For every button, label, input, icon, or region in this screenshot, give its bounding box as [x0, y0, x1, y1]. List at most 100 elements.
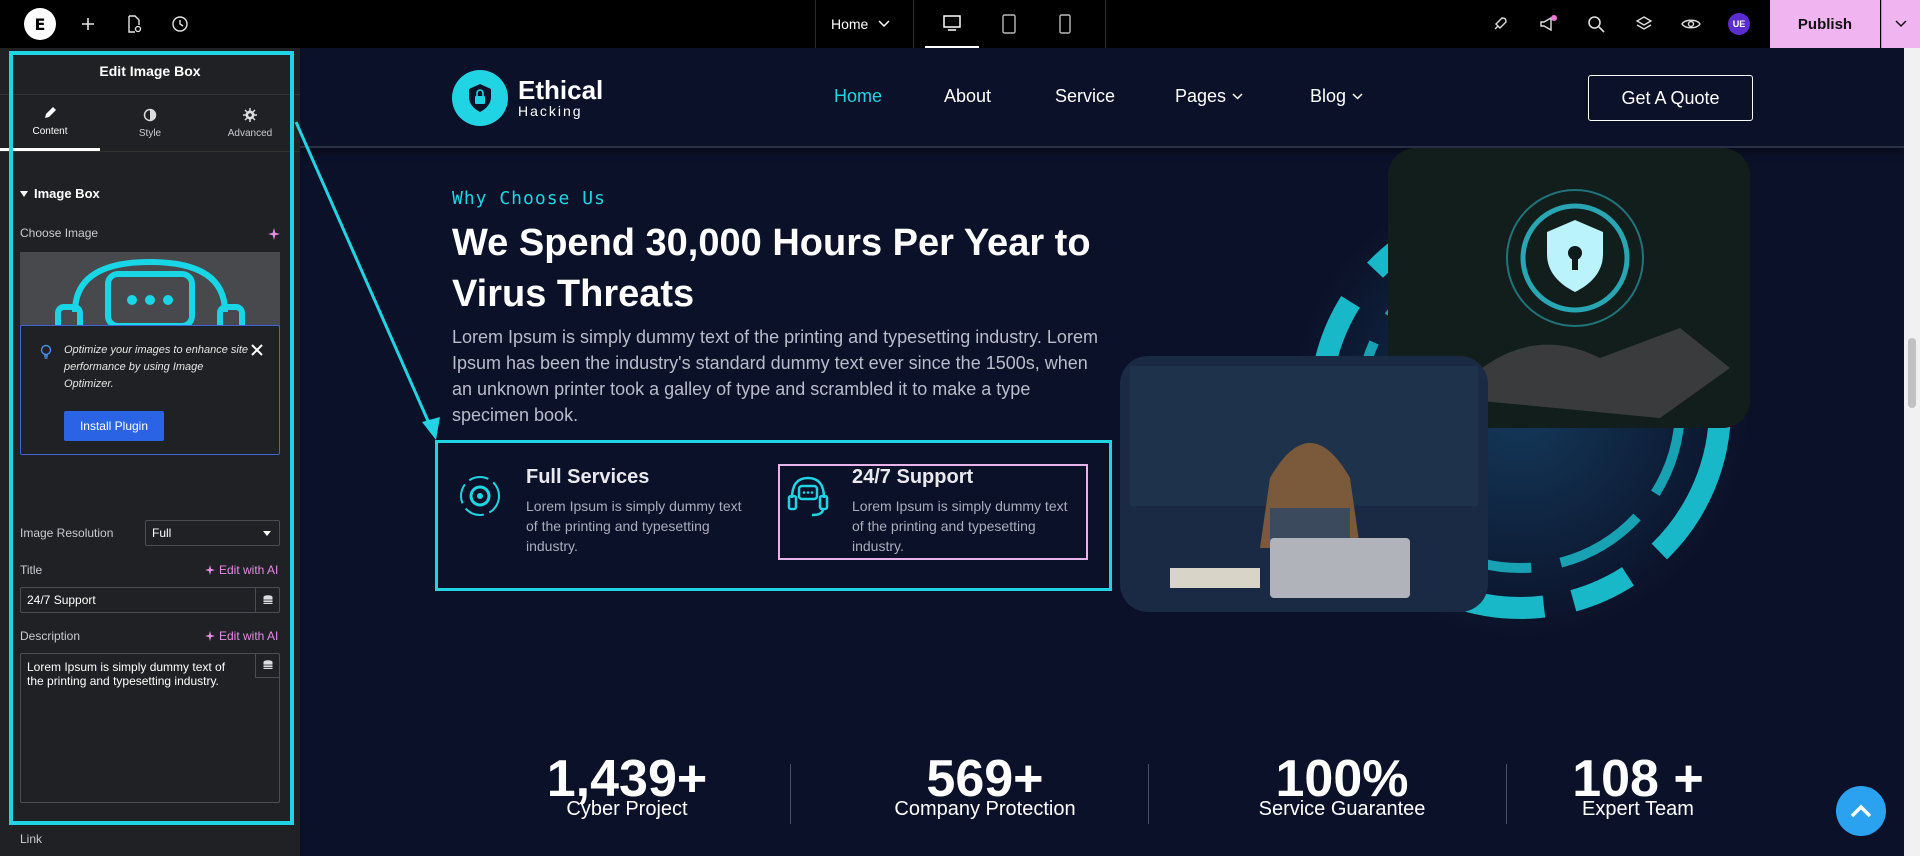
ai-sparkle-icon	[205, 631, 215, 641]
shield-lock-icon	[452, 70, 508, 126]
site-logo[interactable]: Ethical Hacking	[452, 70, 603, 126]
notifications-button[interactable]	[1534, 0, 1562, 48]
section-eyebrow: Why Choose Us	[452, 188, 606, 209]
site-settings-button[interactable]	[1486, 0, 1514, 48]
title-label: Title	[20, 563, 43, 577]
section-body: Lorem Ipsum is simply dummy text of the …	[452, 327, 1098, 425]
nav-label: Home	[834, 86, 883, 106]
scrollbar-thumb[interactable]	[1908, 338, 1916, 408]
title-edit-ai-link[interactable]: Edit with AI	[205, 563, 278, 577]
dynamic-tags-button[interactable]	[255, 588, 279, 612]
chevron-down-icon	[878, 20, 890, 28]
elementor-logo-button[interactable]: E	[22, 8, 58, 40]
eye-icon	[1681, 19, 1701, 29]
topbar-divider	[1105, 0, 1106, 48]
stat-label: Cyber Project	[566, 798, 688, 820]
headset-chat-icon	[787, 476, 829, 517]
cyber-security-illustration	[1120, 148, 1750, 638]
document-settings-icon	[128, 15, 142, 33]
nav-home[interactable]: Home	[834, 86, 882, 107]
nav-blog[interactable]: Blog	[1310, 86, 1363, 107]
panel-title: Edit Image Box	[0, 48, 300, 95]
publish-options-button[interactable]	[1881, 0, 1920, 48]
stat-item: 1,439+ Cyber Project	[507, 753, 747, 819]
page-name: Home	[831, 16, 869, 32]
ai-sparkle-icon[interactable]	[268, 228, 280, 240]
stat-item: 569+ Company Protection	[865, 753, 1105, 819]
mobile-view-button[interactable]	[1038, 0, 1092, 48]
section-title: Image Box	[34, 186, 100, 201]
description-edit-ai-link[interactable]: Edit with AI	[205, 629, 278, 643]
nav-label: Service	[1055, 86, 1116, 106]
nav-label: Blog	[1310, 86, 1347, 106]
publish-button[interactable]: Publish	[1770, 0, 1880, 48]
tablet-view-button[interactable]	[982, 0, 1036, 48]
select-value: Full	[152, 526, 172, 540]
description-value: Lorem Ipsum is simply dummy text of the …	[27, 660, 226, 688]
canvas-scrollbar[interactable]	[1904, 48, 1920, 856]
half-circle-icon	[143, 108, 157, 121]
stat-item: 108 + Expert Team	[1518, 753, 1758, 819]
megaphone-icon	[1540, 15, 1557, 32]
site-header: Ethical Hacking Home About Service Pages…	[300, 48, 1904, 148]
edit-ai-label: Edit with AI	[219, 563, 279, 577]
stat-item: 100% Service Guarantee	[1222, 753, 1462, 819]
tab-content[interactable]: Content	[0, 95, 100, 151]
tab-style[interactable]: Style	[100, 95, 200, 151]
database-icon	[263, 660, 272, 669]
topbar-divider	[913, 0, 914, 48]
history-button[interactable]	[164, 0, 196, 48]
description-textarea[interactable]: Lorem Ipsum is simply dummy text of the …	[20, 653, 280, 803]
desktop-view-button[interactable]	[925, 0, 979, 48]
nav-pages[interactable]: Pages	[1175, 86, 1243, 107]
scroll-to-top-button[interactable]	[1836, 786, 1886, 836]
history-icon	[172, 16, 188, 32]
brand-name: Ethical	[518, 75, 604, 105]
description-label: Description	[20, 629, 81, 643]
plus-icon	[82, 18, 94, 30]
feature-description: Lorem Ipsum is simply dummy text of the …	[526, 498, 742, 554]
nav-label: Pages	[1175, 86, 1227, 106]
editor-topbar: E Home UE Publish	[0, 0, 1920, 48]
install-plugin-button[interactable]: Install Plugin	[64, 411, 164, 441]
chevron-down-icon	[1232, 93, 1243, 100]
page-settings-button[interactable]	[118, 0, 150, 48]
elementor-logo-icon: E	[24, 8, 56, 40]
nav-service[interactable]: Service	[1055, 86, 1115, 107]
tab-advanced[interactable]: Advanced	[200, 95, 300, 151]
image-resolution-label: Image Resolution	[20, 526, 114, 540]
stat-divider	[1148, 764, 1149, 824]
notice-text: Optimize your images to enhance site per…	[64, 344, 249, 390]
image-optimizer-notice: Optimize your images to enhance site per…	[20, 325, 280, 455]
user-avatar[interactable]: UE	[1728, 13, 1750, 35]
database-icon	[263, 594, 272, 604]
tablet-icon	[1002, 14, 1016, 34]
feature-title: Full Services	[526, 466, 650, 488]
nav-label: About	[944, 86, 992, 106]
nav-about[interactable]: About	[944, 86, 991, 107]
close-icon[interactable]	[251, 344, 263, 356]
desktop-icon	[943, 15, 961, 31]
tab-label: Style	[138, 127, 162, 139]
add-element-button[interactable]	[72, 0, 104, 48]
title-input-value: 24/7 Support	[27, 593, 96, 607]
tab-label: Content	[32, 126, 68, 137]
chevron-down-icon	[1895, 20, 1907, 28]
title-input[interactable]: 24/7 Support	[20, 587, 280, 613]
stat-divider	[1506, 764, 1507, 824]
image-resolution-select[interactable]: Full	[145, 520, 280, 546]
dynamic-tags-button[interactable]	[255, 654, 279, 678]
search-button[interactable]	[1582, 0, 1610, 48]
page-selector[interactable]: Home	[815, 0, 913, 48]
section-toggle-image-box[interactable]: Image Box	[20, 186, 100, 201]
panel-tabs: Content Style Advanced	[0, 95, 300, 152]
caret-down-icon	[20, 190, 28, 197]
section-heading: We Spend 30,000 Hours Per Year to Virus …	[452, 222, 1091, 315]
stat-label: Service Guarantee	[1258, 798, 1426, 820]
stat-label: Company Protection	[894, 798, 1076, 820]
get-quote-button[interactable]: Get A Quote	[1588, 75, 1753, 121]
feature-description: Lorem Ipsum is simply dummy text of the …	[852, 498, 1068, 554]
structure-button[interactable]	[1630, 0, 1658, 48]
preview-button[interactable]	[1677, 0, 1705, 48]
stat-label: Expert Team	[1582, 798, 1694, 820]
